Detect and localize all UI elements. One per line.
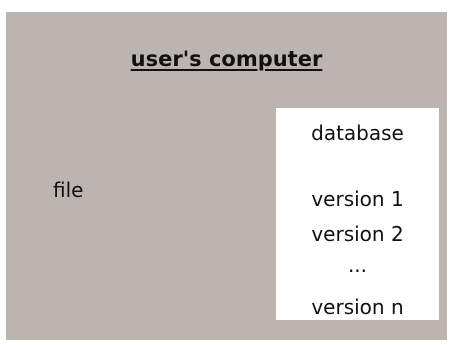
version-item: version 1	[311, 187, 404, 211]
version-item: version 2	[311, 222, 404, 246]
computer-title: user's computer	[130, 47, 323, 71]
file-label: file	[53, 178, 84, 202]
version-item: version n	[311, 295, 404, 319]
version-ellipsis: ...	[347, 253, 368, 277]
diagram-canvas: user's computer file database version 1 …	[0, 0, 452, 345]
database-box: database version 1 version 2 ... version…	[276, 108, 439, 320]
database-title: database	[311, 121, 404, 145]
users-computer-box: user's computer file database version 1 …	[6, 12, 447, 340]
